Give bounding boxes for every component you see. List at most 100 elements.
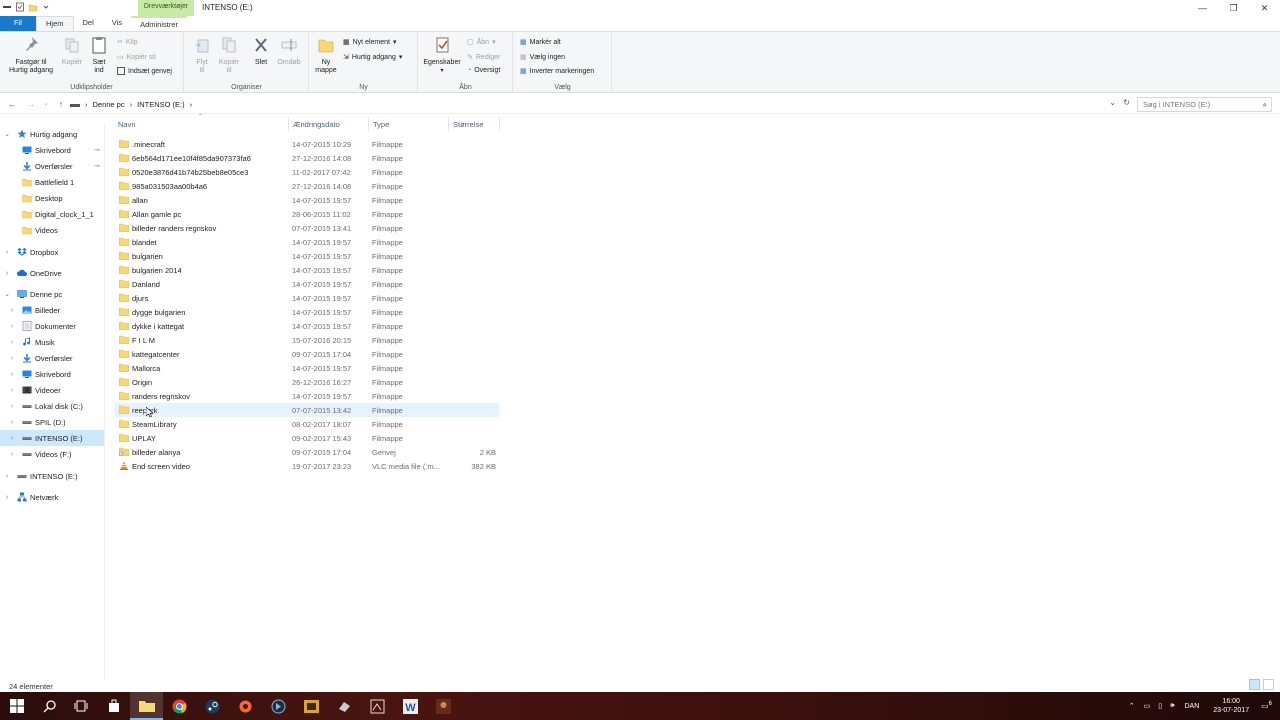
chevron-right-icon[interactable]: ›: [3, 494, 11, 501]
details-view-button[interactable]: [1249, 679, 1260, 690]
file-row[interactable]: .minecraft 14-07-2015 10:29 Filmappe: [115, 137, 499, 151]
delete-button[interactable]: Slet: [251, 36, 271, 67]
file-row[interactable]: UPLAY 09-02-2017 15:43 Filmappe: [115, 431, 499, 445]
nav-item[interactable]: › Videos (F:): [0, 446, 104, 462]
file-row[interactable]: Danland 14-07-2015 19:57 Filmappe: [115, 277, 499, 291]
file-row[interactable]: 0520e3876d41b74b25beb8e05ce3 11-02-2017 0…: [115, 165, 499, 179]
file-row[interactable]: djurs 14-07-2015 19:57 Filmappe: [115, 291, 499, 305]
file-row[interactable]: Allan gamle pc 28-06-2015 11:02 Filmappe: [115, 207, 499, 221]
tab-view[interactable]: Vis: [103, 16, 131, 31]
file-row[interactable]: reeperk 07-07-2015 13:42 Filmappe: [115, 403, 499, 417]
new-item-button[interactable]: ▦ Nyt element ▾: [343, 38, 397, 47]
back-button[interactable]: ←: [6, 98, 18, 110]
address-history-chevron-icon[interactable]: ⌄: [1109, 98, 1116, 107]
properties-button[interactable]: Egenskaber ▾: [422, 36, 462, 75]
file-row[interactable]: randers regnskov 14-07-2015 19:57 Filmappe: [115, 389, 499, 403]
nav-item[interactable]: › Billeder: [0, 302, 104, 318]
app-button-2[interactable]: [295, 692, 328, 720]
tab-manage[interactable]: Administrer: [131, 16, 188, 31]
system-menu-icon[interactable]: [2, 2, 12, 12]
steam-button[interactable]: [196, 692, 229, 720]
file-row[interactable]: allan 14-07-2015 19:57 Filmappe: [115, 193, 499, 207]
file-row[interactable]: End screen video 19-07-2017 23:23 VLC medi…: [115, 459, 499, 473]
tab-file[interactable]: Fil: [0, 16, 36, 31]
nav-item[interactable]: › Dokumenter: [0, 318, 104, 334]
nav-item[interactable]: › SPIL (D:): [0, 414, 104, 430]
network-icon[interactable]: ▭: [1144, 702, 1151, 710]
chevron-right-icon[interactable]: ›: [8, 323, 16, 330]
file-row[interactable]: SteamLibrary 08-02-2017 18:07 Filmappe: [115, 417, 499, 431]
file-row[interactable]: dygge bulgarien 14-07-2015 19:57 Filmappe: [115, 305, 499, 319]
history-button[interactable]: ◔ Oversigt: [467, 67, 500, 74]
store-button[interactable]: [97, 692, 130, 720]
refresh-icon[interactable]: ↻: [1123, 98, 1130, 107]
nav-item[interactable]: › Netværk: [0, 489, 104, 505]
origin-button[interactable]: [229, 692, 262, 720]
chevron-down-icon[interactable]: ⌄: [3, 290, 11, 298]
open-button[interactable]: ▢ Åbn ▾: [467, 38, 496, 47]
copy-path-button[interactable]: ▭ Kopiér sti: [117, 53, 156, 62]
properties-icon[interactable]: [15, 2, 25, 12]
maximize-button[interactable]: ❐: [1218, 0, 1249, 16]
new-folder-icon[interactable]: [28, 2, 38, 12]
edit-button[interactable]: ✎ Rediger: [467, 53, 500, 62]
nav-item[interactable]: › Skrivebord: [0, 366, 104, 382]
file-row[interactable]: F I L M 15-07-2016 20:15 Filmappe: [115, 333, 499, 347]
large-icons-view-button[interactable]: [1263, 679, 1274, 690]
nav-item[interactable]: › OneDrive: [0, 265, 104, 281]
file-explorer-taskbar-button[interactable]: [130, 692, 163, 720]
language-indicator[interactable]: DAN: [1185, 703, 1200, 710]
volume-icon[interactable]: 🕪: [1170, 702, 1174, 710]
nav-item[interactable]: › Videoer: [0, 382, 104, 398]
clock[interactable]: 16:00 23-07-2017: [1213, 697, 1249, 715]
nav-item[interactable]: › Lokal disk (C:): [0, 398, 104, 414]
nav-item[interactable]: Overførsler ⊸: [0, 158, 104, 174]
chevron-right-icon[interactable]: ›: [8, 339, 16, 346]
search-input[interactable]: Søg i INTENSO (E:) ⌕: [1137, 97, 1272, 112]
column-type[interactable]: Type: [373, 120, 389, 129]
file-row[interactable]: billeder alanya 09-07-2015 17:04 Genvej 2 K…: [115, 445, 499, 459]
column-size[interactable]: Størrelse: [453, 120, 483, 129]
chevron-right-icon[interactable]: ›: [8, 387, 16, 394]
invert-selection-button[interactable]: ▦ Inverter markeringen: [520, 67, 594, 76]
file-row[interactable]: dykke i kattegat 14-07-2015 19:57 Filmappe: [115, 319, 499, 333]
nav-item[interactable]: Videos: [0, 222, 104, 238]
file-row[interactable]: bulgarien 2014 14-07-2015 19:57 Filmappe: [115, 263, 499, 277]
paste-button[interactable]: Sæt ind: [88, 36, 110, 75]
copy-to-button[interactable]: Kopiér til: [217, 36, 241, 75]
action-center-button[interactable]: ▭6: [1261, 701, 1272, 711]
app-button-1[interactable]: [262, 692, 295, 720]
chevron-up-icon[interactable]: ⌃: [1129, 702, 1135, 710]
file-row[interactable]: 6eb564d171ee10f4f85da907373fa6 27-12-2016…: [115, 151, 499, 165]
easy-access-button[interactable]: ⇲ Hurtig adgang ▾: [343, 53, 402, 62]
chevron-right-icon[interactable]: ›: [8, 307, 16, 314]
nav-item[interactable]: Digital_clock_1_1: [0, 206, 104, 222]
chevron-right-icon[interactable]: ›: [8, 451, 16, 458]
nav-item[interactable]: › Musik: [0, 334, 104, 350]
nav-item[interactable]: › Overførsler: [0, 350, 104, 366]
nav-item[interactable]: › INTENSO (E:): [0, 468, 104, 484]
file-row[interactable]: Origin 26-12-2016 16:27 Filmappe: [115, 375, 499, 389]
pin-quick-access-button[interactable]: Fastgør til Hurtig adgang: [4, 36, 58, 75]
move-to-button[interactable]: Flyt til: [191, 36, 213, 75]
minimize-button[interactable]: —: [1187, 0, 1218, 16]
tab-home[interactable]: Hjem: [36, 16, 74, 31]
search-taskbar-button[interactable]: [33, 692, 66, 720]
tab-share[interactable]: Del: [74, 16, 103, 31]
chevron-right-icon[interactable]: ›: [3, 473, 11, 480]
select-all-button[interactable]: ▦ Markér alt: [520, 38, 561, 47]
chevron-right-icon[interactable]: ›: [8, 371, 16, 378]
nav-item[interactable]: › INTENSO (E:): [0, 430, 104, 446]
nav-item[interactable]: Desktop: [0, 190, 104, 206]
breadcrumb-this-pc[interactable]: Denne pc: [93, 100, 125, 109]
paste-shortcut-button[interactable]: Indsæt genvej: [117, 67, 172, 75]
file-row[interactable]: bulgarien 14-07-2015 19:57 Filmappe: [115, 249, 499, 263]
word-button[interactable]: W: [394, 692, 427, 720]
forward-button[interactable]: →: [25, 98, 37, 110]
recent-locations-button[interactable]: ⌄: [40, 98, 52, 110]
nav-item[interactable]: Skrivebord ⊸: [0, 142, 104, 158]
chevron-right-icon[interactable]: ›: [8, 419, 16, 426]
app-button-5[interactable]: [427, 692, 460, 720]
file-row[interactable]: 985a031503aa00b4a6 27-12-2016 14:08 Filmap…: [115, 179, 499, 193]
rename-button[interactable]: Omdøb: [275, 36, 303, 67]
